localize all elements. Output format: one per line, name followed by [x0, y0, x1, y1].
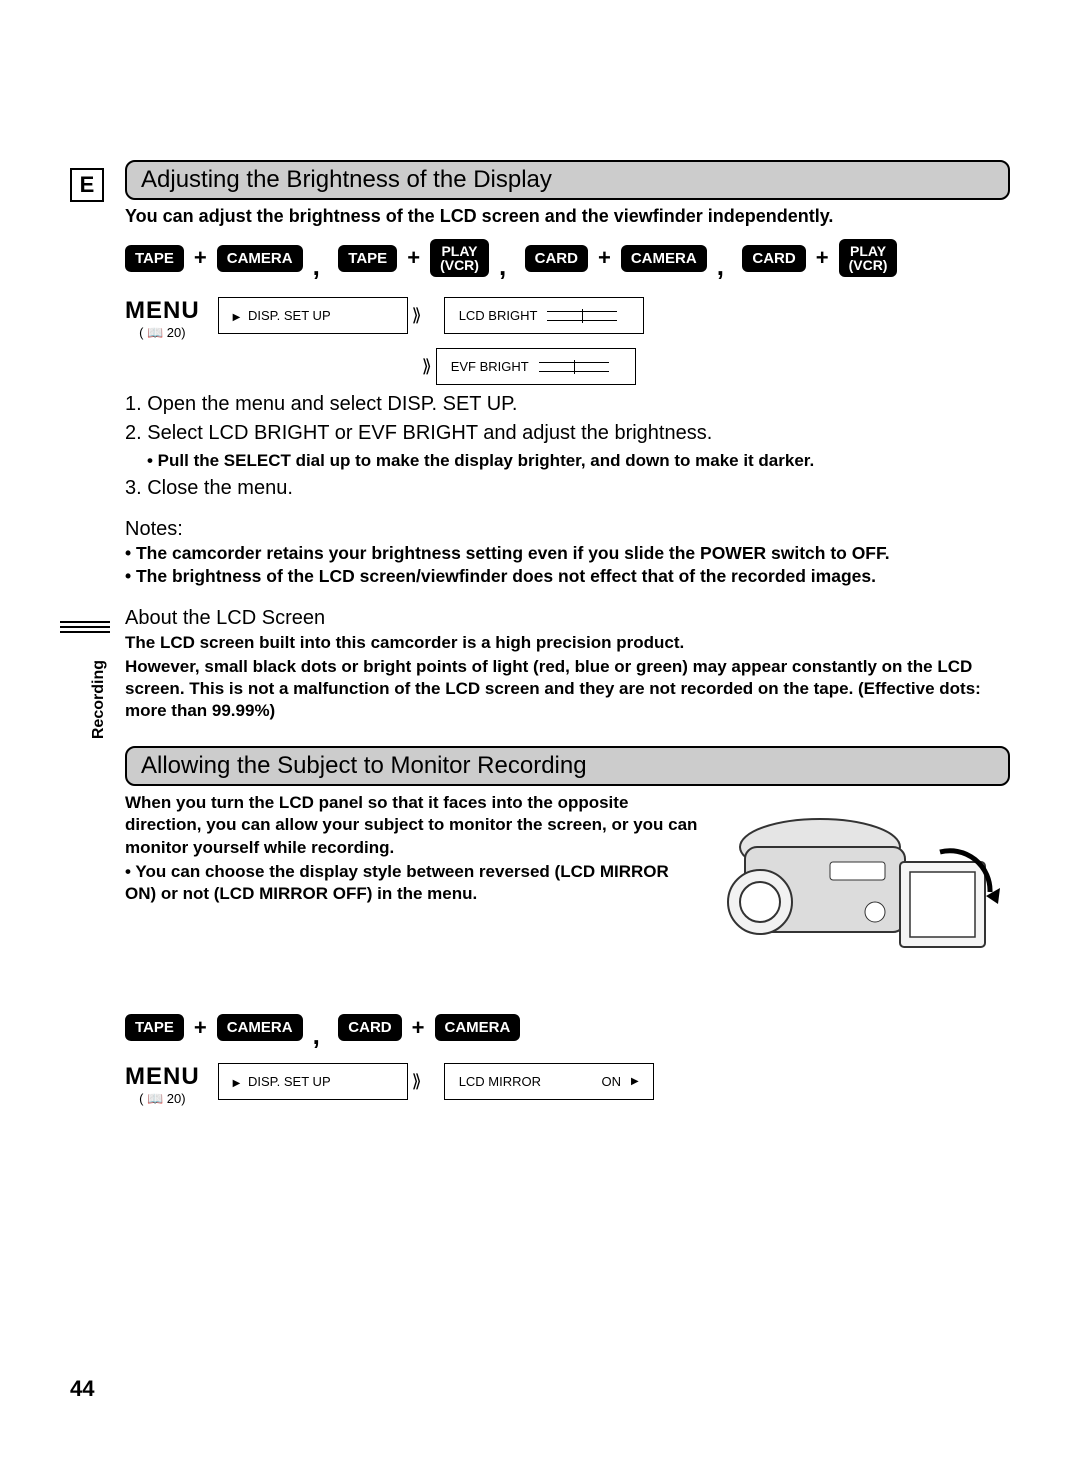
setting-value: ON: [601, 1074, 621, 1089]
menu-item-label: DISP. SET UP: [248, 1074, 331, 1089]
brightness-slider-icon: [539, 362, 609, 372]
menu-path-mirror: MENU ( 📖 20) DISP. SET UP ⟫ LCD MIRROR O…: [125, 1063, 1010, 1107]
chapter-decoration: [60, 618, 110, 636]
about-heading: About the LCD Screen: [125, 607, 1010, 630]
section-title-brightness: Adjusting the Brightness of the Display: [125, 160, 1010, 200]
plus-icon: +: [592, 245, 617, 271]
setting-label: LCD BRIGHT: [459, 308, 538, 323]
mode-pill-play-vcr: PLAY (VCR): [430, 239, 489, 277]
plus-icon: +: [810, 245, 835, 271]
menu-item-lcd-bright: LCD BRIGHT: [444, 297, 644, 334]
mode-pill-play-vcr: PLAY (VCR): [839, 239, 898, 277]
menu-item-label: DISP. SET UP: [248, 308, 331, 323]
mode-pill-camera: CAMERA: [621, 245, 707, 272]
mode-pill-tape: TAPE: [125, 1014, 184, 1041]
separator-comma: ,: [307, 251, 334, 282]
section-title-mirror: Allowing the Subject to Monitor Recordin…: [125, 746, 1010, 786]
menu-page-ref: ( 📖 20): [125, 325, 200, 341]
menu-label: MENU: [125, 1063, 200, 1091]
step-2-sub: • Pull the SELECT dial up to make the di…: [147, 451, 1010, 471]
submenu-arrow-icon: ▶: [631, 1076, 639, 1087]
plus-icon: +: [406, 1015, 431, 1041]
menu-page-ref: ( 📖 20): [125, 1091, 200, 1107]
mode-pill-card: CARD: [742, 245, 805, 272]
setting-label: LCD MIRROR: [459, 1074, 541, 1089]
plus-icon: +: [188, 1015, 213, 1041]
step-1: 1. Open the menu and select DISP. SET UP…: [125, 393, 1010, 416]
menu-item-disp-setup: DISP. SET UP: [218, 297, 408, 334]
language-badge: E: [70, 168, 104, 202]
separator-comma: ,: [493, 251, 520, 282]
mode-pill-card: CARD: [525, 245, 588, 272]
chain-arrow-icon: ⟫: [412, 1071, 422, 1092]
mode-pill-tape: TAPE: [338, 245, 397, 272]
mode-pill-camera: CAMERA: [217, 245, 303, 272]
plus-icon: +: [401, 245, 426, 271]
menu-item-disp-setup: DISP. SET UP: [218, 1063, 408, 1100]
about-line-1: The LCD screen built into this camcorder…: [125, 632, 1010, 654]
menu-path-brightness: MENU ( 📖 20) DISP. SET UP ⟫ LCD BRIGHT ⟫: [125, 297, 1010, 385]
step-2: 2. Select LCD BRIGHT or EVF BRIGHT and a…: [125, 422, 1010, 445]
chain-arrow-icon: ⟫: [422, 356, 432, 377]
menu-label: MENU: [125, 297, 200, 325]
camcorder-illustration: [710, 792, 1010, 982]
brightness-intro: You can adjust the brightness of the LCD…: [125, 206, 1010, 227]
note-2: • The brightness of the LCD screen/viewf…: [125, 566, 1010, 587]
menu-item-evf-bright: EVF BRIGHT: [436, 348, 636, 385]
separator-comma: ,: [711, 251, 738, 282]
separator-comma: ,: [307, 1020, 334, 1051]
page-number: 44: [70, 1376, 94, 1402]
mode-pill-camera: CAMERA: [435, 1014, 521, 1041]
note-1: • The camcorder retains your brightness …: [125, 543, 1010, 564]
chain-arrow-icon: ⟫: [412, 305, 422, 326]
mode-indicator-strip-1: TAPE + CAMERA , TAPE + PLAY (VCR) , CARD…: [125, 239, 1010, 277]
mode-indicator-strip-2: TAPE + CAMERA , CARD + CAMERA: [125, 1012, 1010, 1043]
notes-heading: Notes:: [125, 518, 1010, 541]
mode-pill-card: CARD: [338, 1014, 401, 1041]
menu-item-lcd-mirror: LCD MIRROR ON ▶: [444, 1063, 654, 1100]
mode-pill-tape: TAPE: [125, 245, 184, 272]
chapter-side-label: Recording: [90, 660, 108, 739]
step-3: 3. Close the menu.: [125, 477, 1010, 500]
setting-label: EVF BRIGHT: [451, 359, 529, 374]
brightness-slider-icon: [547, 311, 617, 321]
plus-icon: +: [188, 245, 213, 271]
mode-pill-camera: CAMERA: [217, 1014, 303, 1041]
about-line-2: However, small black dots or bright poin…: [125, 656, 1010, 722]
